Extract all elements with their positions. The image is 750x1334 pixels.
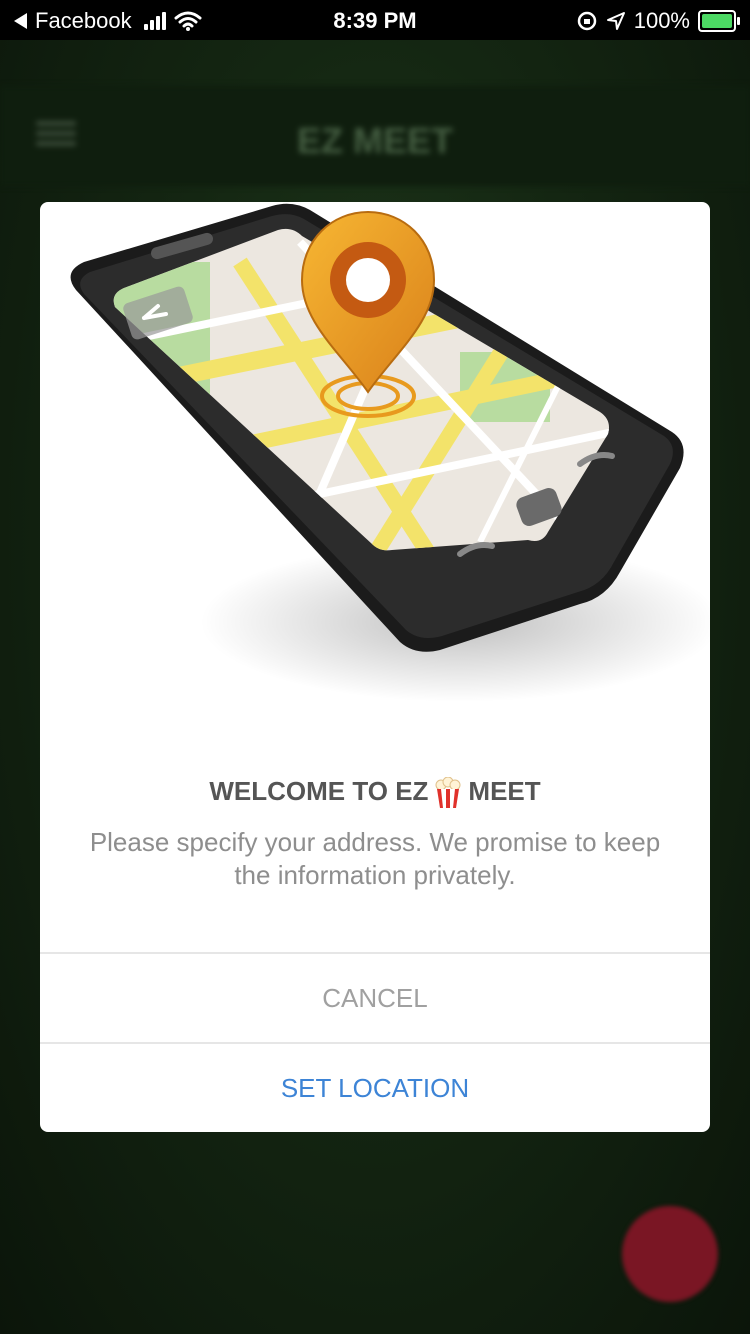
dialog-title-suffix: MEET <box>468 776 541 806</box>
battery-percent: 100% <box>633 8 690 33</box>
cancel-button[interactable]: CANCEL <box>40 954 710 1042</box>
wifi-icon <box>174 11 202 31</box>
status-bar: Facebook 8:39 PM 100% <box>0 0 750 40</box>
set-location-button[interactable]: SET LOCATION <box>40 1044 710 1132</box>
back-app-label: Facebook <box>35 8 132 33</box>
popcorn-icon <box>435 777 461 809</box>
back-arrow-icon <box>14 13 27 29</box>
dialog-title-prefix: WELCOME TO EZ <box>209 776 429 806</box>
app-header: EZ MEET <box>0 86 750 186</box>
dialog-title: WELCOME TO EZ MEET <box>40 776 710 809</box>
orientation-lock-icon <box>577 11 596 31</box>
app-title: EZ MEET <box>296 120 453 161</box>
battery-icon <box>698 10 740 32</box>
floating-action-button[interactable] <box>622 1206 718 1302</box>
cellular-signal-icon <box>143 12 166 30</box>
phone-map-illustration <box>70 203 710 702</box>
location-arrow-icon <box>606 12 625 30</box>
back-to-app-link[interactable]: Facebook <box>14 8 202 34</box>
dialog-message: Please specify your address. We promise … <box>89 827 661 890</box>
welcome-dialog: WELCOME TO EZ MEET Please specify your a… <box>40 202 710 1132</box>
